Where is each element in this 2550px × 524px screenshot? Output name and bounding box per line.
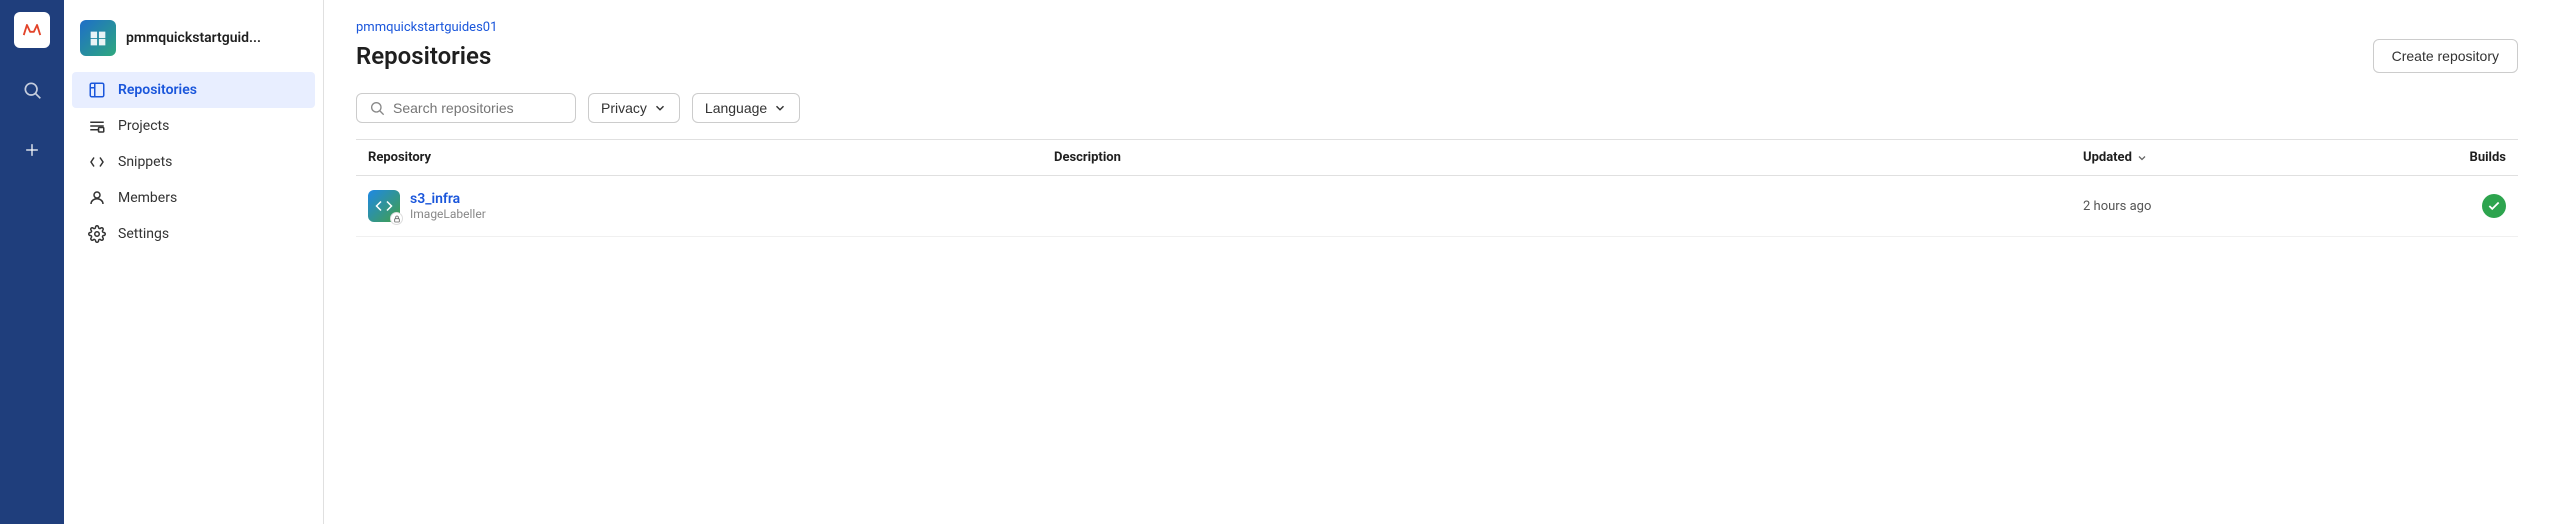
- repo-icon: [368, 190, 400, 222]
- filters-row: Privacy Language: [356, 93, 2518, 123]
- language-chevron-icon: [773, 101, 787, 115]
- create-repository-button[interactable]: Create repository: [2373, 39, 2518, 73]
- repository-table: Repository Description Updated Builds: [356, 139, 2518, 237]
- page-title: Repositories: [356, 42, 491, 70]
- header-updated[interactable]: Updated: [2083, 150, 2426, 165]
- members-icon: [88, 189, 106, 207]
- search-input[interactable]: [393, 100, 563, 116]
- table-header: Repository Description Updated Builds: [356, 140, 2518, 176]
- sidebar: pmmquickstartguid... Repositories Projec…: [64, 0, 324, 524]
- sort-icon: [2136, 152, 2148, 164]
- org-name: pmmquickstartguid...: [126, 30, 261, 46]
- repo-lock-badge: [390, 212, 403, 225]
- create-nav-icon[interactable]: [14, 132, 50, 168]
- search-box[interactable]: [356, 93, 576, 123]
- repo-namespace: ImageLabeller: [410, 207, 486, 221]
- privacy-filter-button[interactable]: Privacy: [588, 93, 680, 123]
- sidebar-item-members-label: Members: [118, 190, 177, 206]
- table-row: s3_infra ImageLabeller 2 hours ago: [356, 176, 2518, 237]
- header-repository: Repository: [368, 150, 1054, 165]
- snippets-icon: [88, 153, 106, 171]
- sidebar-item-snippets[interactable]: Snippets: [72, 144, 315, 180]
- repositories-icon: [88, 81, 106, 99]
- projects-icon: [88, 117, 106, 135]
- org-header[interactable]: pmmquickstartguid...: [64, 12, 323, 72]
- settings-icon: [88, 225, 106, 243]
- repo-cell: s3_infra ImageLabeller: [368, 190, 1054, 222]
- sidebar-item-projects-label: Projects: [118, 118, 169, 134]
- language-filter-label: Language: [705, 100, 767, 116]
- repo-name[interactable]: s3_infra: [410, 191, 486, 207]
- code-icon: [375, 197, 393, 215]
- build-success-badge[interactable]: [2482, 194, 2506, 218]
- brand-logo[interactable]: [14, 12, 50, 48]
- sidebar-item-repositories-label: Repositories: [118, 82, 197, 98]
- repo-builds: [2426, 194, 2506, 218]
- main-content: pmmquickstartguides01 Repositories Creat…: [324, 0, 2550, 524]
- privacy-chevron-icon: [653, 101, 667, 115]
- page-header: Repositories Create repository: [356, 39, 2518, 73]
- checkmark-icon: [2487, 199, 2501, 213]
- org-avatar: [80, 20, 116, 56]
- breadcrumb[interactable]: pmmquickstartguides01: [356, 20, 2518, 35]
- sidebar-item-snippets-label: Snippets: [118, 154, 172, 170]
- search-icon: [369, 100, 385, 116]
- repo-info: s3_infra ImageLabeller: [410, 191, 486, 221]
- language-filter-button[interactable]: Language: [692, 93, 800, 123]
- header-description: Description: [1054, 150, 2083, 165]
- sidebar-item-projects[interactable]: Projects: [72, 108, 315, 144]
- sidebar-item-settings-label: Settings: [118, 226, 169, 242]
- search-nav-icon[interactable]: [14, 72, 50, 108]
- privacy-filter-label: Privacy: [601, 100, 647, 116]
- lock-icon: [393, 215, 401, 223]
- repo-updated: 2 hours ago: [2083, 199, 2426, 214]
- sidebar-item-members[interactable]: Members: [72, 180, 315, 216]
- icon-bar: [0, 0, 64, 524]
- sidebar-item-repositories[interactable]: Repositories: [72, 72, 315, 108]
- header-builds: Builds: [2426, 150, 2506, 165]
- sidebar-item-settings[interactable]: Settings: [72, 216, 315, 252]
